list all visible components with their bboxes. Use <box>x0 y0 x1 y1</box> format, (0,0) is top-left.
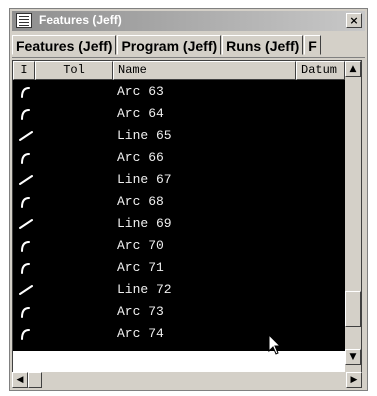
arc-feature-icon <box>21 197 30 208</box>
arc-feature-icon <box>21 109 30 120</box>
feature-name: Arc 71 <box>117 260 164 275</box>
feature-name: Arc 63 <box>117 84 164 99</box>
horizontal-scrollbar[interactable]: ◀ ▶ <box>12 372 362 389</box>
table-row[interactable]: Line 67 <box>13 169 345 191</box>
scroll-right-button[interactable]: ▶ <box>346 372 362 388</box>
table-row[interactable]: Arc 66 <box>13 147 345 169</box>
table-row[interactable]: Arc 64 <box>13 103 345 125</box>
line-feature-icon <box>19 131 33 141</box>
list-window-icon <box>16 13 32 28</box>
feature-name: Arc 70 <box>117 238 164 253</box>
tab-bar: Features (Jeff) Program (Jeff) Runs (Jeff)… <box>12 35 365 58</box>
feature-name: Arc 74 <box>117 326 164 341</box>
close-button[interactable]: × <box>346 13 362 28</box>
tab-program[interactable]: Program (Jeff) <box>117 35 222 55</box>
table-row[interactable]: Arc 68 <box>13 191 345 213</box>
feature-name: Line 67 <box>117 172 172 187</box>
arc-feature-icon <box>21 153 30 164</box>
arc-feature-icon <box>21 87 30 98</box>
tab-features[interactable]: Features (Jeff) <box>12 35 117 55</box>
feature-name: Arc 68 <box>117 194 164 209</box>
mouse-pointer-icon <box>268 334 282 355</box>
arc-feature-icon <box>21 307 30 318</box>
feature-name: Line 69 <box>117 216 172 231</box>
scroll-up-button[interactable]: ▲ <box>345 61 361 77</box>
tab-runs[interactable]: Runs (Jeff) <box>222 35 304 55</box>
column-header-datum[interactable]: Datum <box>296 61 345 80</box>
features-window: Features (Jeff) × Features (Jeff) Program… <box>9 8 368 391</box>
table-row[interactable]: Arc 70 <box>13 235 345 257</box>
column-header-tol[interactable]: Tol <box>35 61 113 80</box>
feature-name: Arc 66 <box>117 150 164 165</box>
line-feature-icon <box>19 175 33 185</box>
column-header-name[interactable]: Name <box>113 61 296 80</box>
feature-name: Line 65 <box>117 128 172 143</box>
arc-feature-icon <box>21 241 30 252</box>
feature-name: Arc 64 <box>117 106 164 121</box>
scroll-down-button[interactable]: ▼ <box>345 349 361 365</box>
table-row[interactable]: Arc 74 <box>13 323 345 345</box>
horizontal-scroll-thumb[interactable] <box>28 372 42 388</box>
table-row[interactable]: Line 69 <box>13 213 345 235</box>
feature-name: Arc 73 <box>117 304 164 319</box>
line-feature-icon <box>19 285 33 295</box>
tab-f[interactable]: F <box>304 35 321 55</box>
feature-list: Arc 63 Arc 64 Line 65 Arc 66 Line 67 Arc 68 Li… <box>13 80 345 351</box>
window-title: Features (Jeff) <box>39 13 122 27</box>
scroll-left-button[interactable]: ◀ <box>12 372 28 388</box>
features-grid: I Tol Name Datum Arc 63 Arc 64 Line 65 Arc … <box>12 60 362 374</box>
vertical-scroll-thumb[interactable] <box>345 291 361 327</box>
column-header-i[interactable]: I <box>13 61 35 80</box>
table-row[interactable]: Line 72 <box>13 279 345 301</box>
feature-name: Line 72 <box>117 282 172 297</box>
arc-feature-icon <box>21 329 30 340</box>
vertical-scrollbar[interactable]: ▲ ▼ <box>345 61 361 373</box>
table-row[interactable]: Arc 73 <box>13 301 345 323</box>
arc-feature-icon <box>21 263 30 274</box>
title-bar[interactable]: Features (Jeff) × <box>12 11 365 31</box>
table-row[interactable]: Arc 71 <box>13 257 345 279</box>
table-row[interactable]: Arc 63 <box>13 81 345 103</box>
line-feature-icon <box>19 219 33 229</box>
table-row[interactable]: Line 65 <box>13 125 345 147</box>
